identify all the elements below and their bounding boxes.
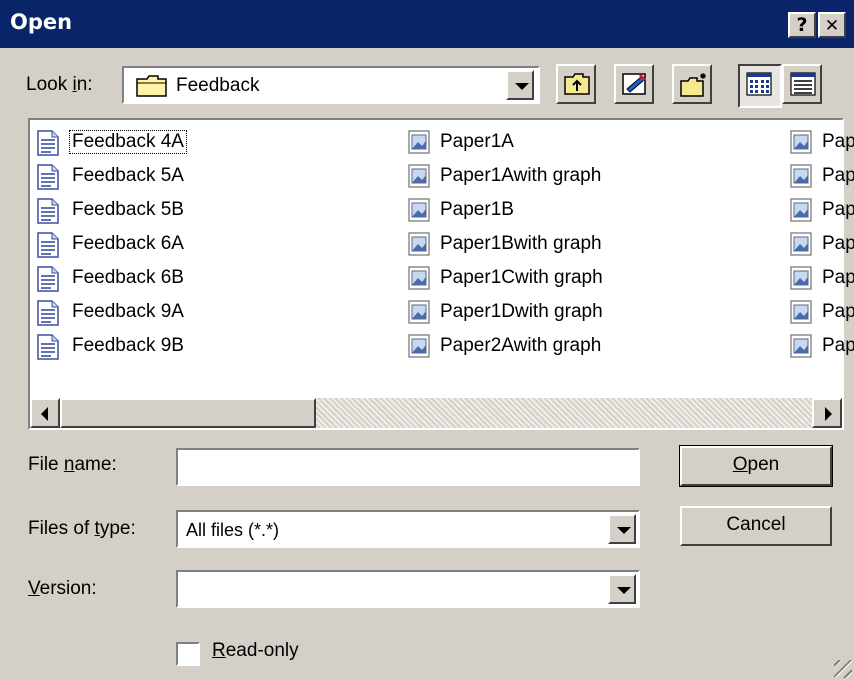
image-file-icon — [408, 300, 430, 330]
files-of-type-dropdown[interactable]: All files (*.*) — [176, 510, 640, 548]
file-name-input[interactable] — [176, 448, 640, 486]
files-of-type-dropdown-button[interactable] — [608, 514, 636, 544]
document-icon — [36, 130, 60, 162]
image-file-icon — [408, 232, 430, 262]
image-file-icon — [408, 164, 430, 194]
file-item-label: Pap — [822, 301, 854, 322]
version-dropdown-button[interactable] — [608, 574, 636, 604]
file-item-label: Feedback 6B — [72, 267, 184, 288]
file-item-label: Feedback 9B — [72, 335, 184, 356]
chevron-down-icon — [515, 83, 529, 90]
arrow-left-icon — [41, 407, 48, 421]
open-button[interactable]: Open — [679, 445, 833, 487]
files-of-type-value: All files (*.*) — [186, 520, 280, 540]
document-icon — [36, 266, 60, 298]
document-icon — [36, 164, 60, 196]
image-file-icon — [790, 334, 812, 364]
document-icon — [36, 198, 60, 230]
dialog-title: Open — [10, 10, 73, 34]
file-item-label: Pap — [822, 199, 854, 220]
file-item-label: Feedback 5A — [72, 165, 184, 186]
image-file-icon — [408, 266, 430, 296]
help-button[interactable]: ? — [788, 12, 816, 38]
help-icon: ? — [796, 14, 808, 36]
look-in-dropdown[interactable]: Feedback — [122, 66, 540, 104]
open-dialog: Open ? ✕ Look in: Feedback Pap Pap Pap P… — [0, 0, 854, 680]
create-new-folder-button[interactable] — [672, 64, 712, 104]
scroll-right-button[interactable] — [812, 398, 842, 428]
file-item-label: Paper1A — [440, 131, 514, 152]
up-one-level-icon — [564, 73, 590, 95]
document-icon — [36, 334, 60, 366]
file-item-label: Paper1Awith graph — [440, 165, 602, 186]
scrollbar-thumb[interactable] — [60, 398, 316, 428]
file-item-label: Feedback 4A — [69, 130, 187, 154]
file-item-label: Paper1Dwith graph — [440, 301, 603, 322]
create-new-folder-icon — [680, 73, 706, 97]
look-in-value: Feedback — [176, 75, 260, 96]
image-file-icon — [790, 300, 812, 330]
file-item-label: Paper1Cwith graph — [440, 267, 603, 288]
file-name-label: File name: — [28, 454, 117, 475]
document-icon — [36, 232, 60, 264]
image-file-icon — [408, 334, 430, 364]
look-in-label: Look in: — [26, 74, 93, 95]
file-item-label: Paper1B — [440, 199, 514, 220]
look-in-dropdown-button[interactable] — [506, 70, 534, 100]
title-bar[interactable]: Open ? ✕ — [0, 0, 854, 48]
chevron-down-icon — [617, 587, 631, 594]
details-view-button[interactable] — [782, 64, 822, 104]
image-file-icon — [408, 130, 430, 160]
list-view-button[interactable] — [738, 64, 782, 108]
version-label: Version: — [28, 578, 97, 599]
file-item-label: Feedback 5B — [72, 199, 184, 220]
image-file-icon — [790, 198, 812, 228]
close-icon: ✕ — [824, 16, 840, 36]
resize-grip-icon[interactable] — [834, 660, 852, 678]
image-file-icon — [790, 130, 812, 160]
arrow-right-icon — [825, 407, 832, 421]
file-item-label: Pap — [822, 165, 854, 186]
file-item-label: Feedback 6A — [72, 233, 184, 254]
desktop-icon — [622, 73, 647, 95]
cancel-button-label: Cancel — [726, 514, 786, 535]
close-button[interactable]: ✕ — [818, 12, 846, 38]
file-item-label: Pap — [822, 131, 854, 152]
read-only-checkbox[interactable] — [176, 642, 200, 666]
file-item-label: Paper1Bwith graph — [440, 233, 602, 254]
folder-icon — [136, 75, 167, 97]
file-item-label: Feedback 9A — [72, 301, 184, 322]
up-one-level-button[interactable] — [556, 64, 596, 104]
chevron-down-icon — [617, 527, 631, 534]
file-item-label: Pap — [822, 335, 854, 356]
file-item-label: Paper2Awith graph — [440, 335, 602, 356]
details-view-icon — [790, 72, 816, 96]
horizontal-scrollbar[interactable] — [30, 398, 842, 428]
version-dropdown[interactable] — [176, 570, 640, 608]
document-icon — [36, 300, 60, 332]
image-file-icon — [408, 198, 430, 228]
cancel-button[interactable]: Cancel — [680, 506, 832, 546]
scroll-left-button[interactable] — [30, 398, 60, 428]
open-button-label: Open — [732, 454, 780, 475]
file-item-label: Pap — [822, 233, 854, 254]
file-list[interactable]: Pap Pap Pap Pap Pap Pap Pap Paper2Awith graph Pa… — [28, 118, 854, 430]
image-file-icon — [790, 164, 812, 194]
read-only-label: Read-only — [212, 640, 299, 661]
image-file-icon — [790, 266, 812, 296]
desktop-button[interactable] — [614, 64, 654, 104]
list-view-icon — [746, 72, 772, 96]
image-file-icon — [790, 232, 812, 262]
file-item-label: Pap — [822, 267, 854, 288]
files-of-type-label: Files of type: — [28, 518, 136, 539]
